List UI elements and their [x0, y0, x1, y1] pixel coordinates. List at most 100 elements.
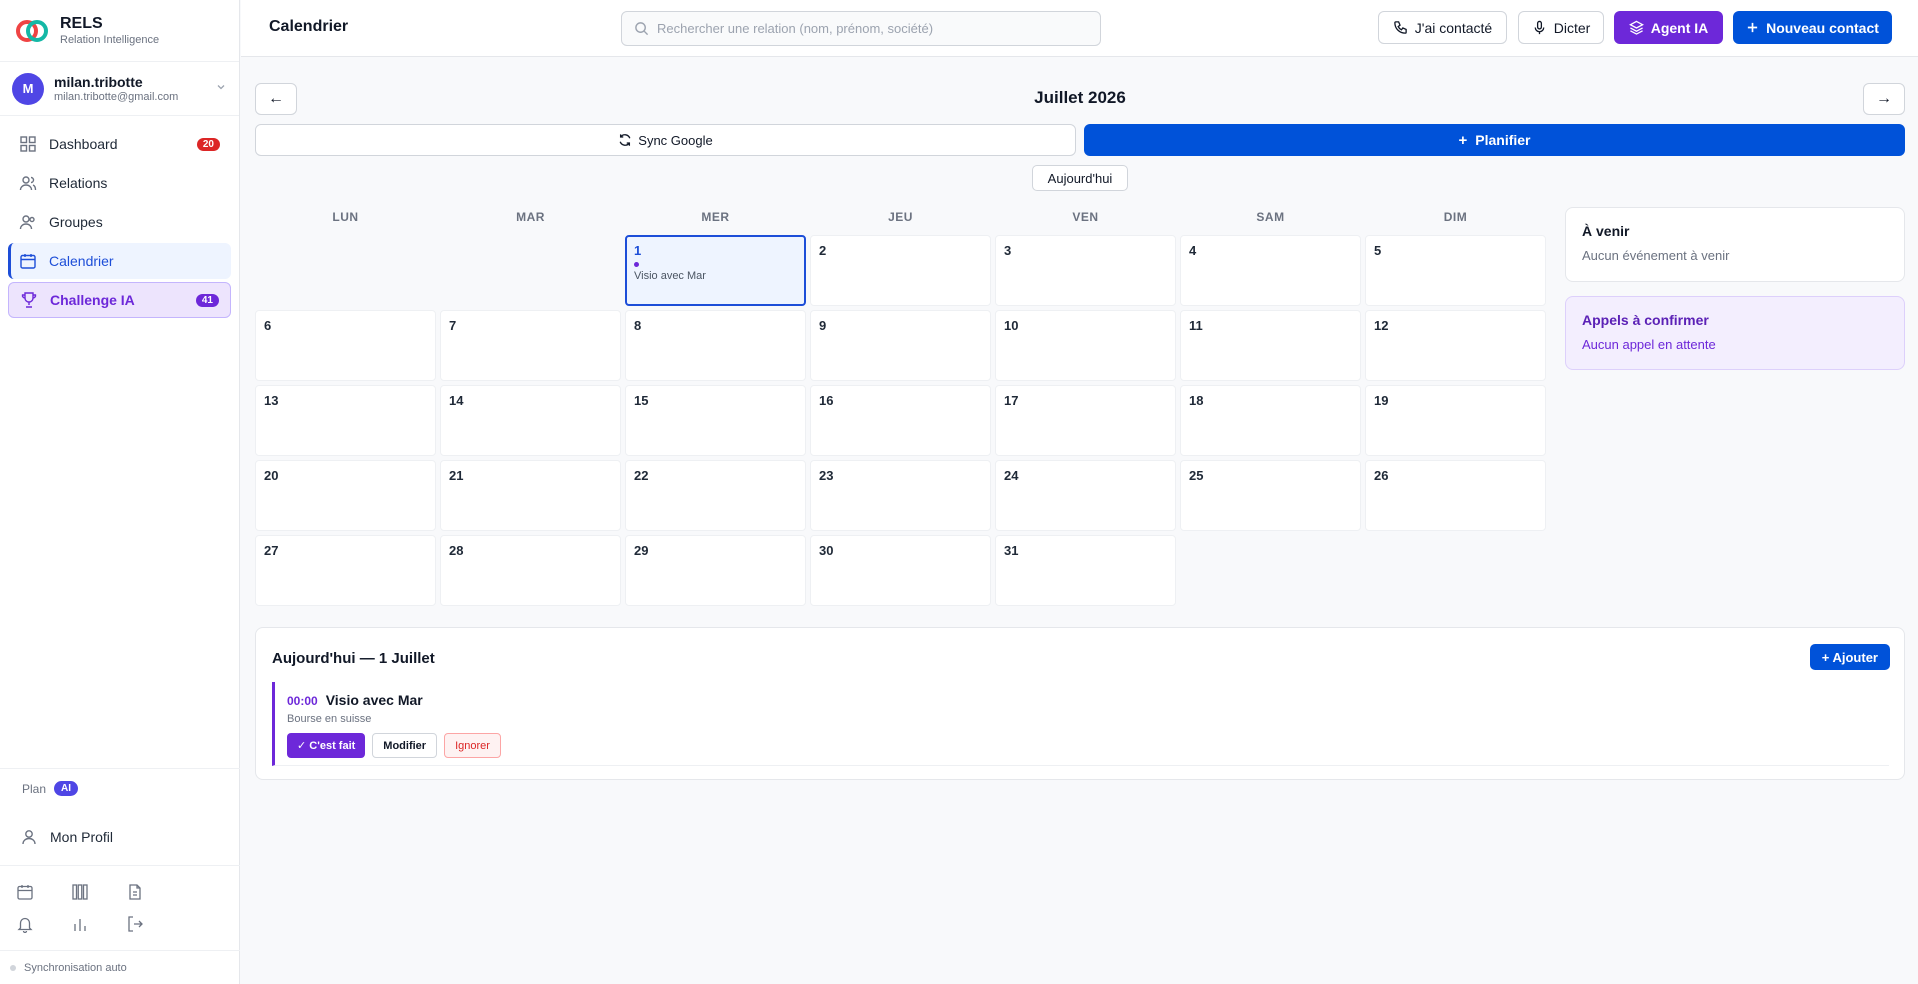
day-number: 27 — [264, 543, 279, 558]
calendar-icon[interactable] — [14, 876, 69, 908]
app-name: RELS — [60, 14, 103, 32]
sidebar-item-calendrier[interactable]: Calendrier — [8, 243, 231, 279]
day-cell[interactable]: 18 — [1180, 385, 1361, 456]
day-cell[interactable]: 19 — [1365, 385, 1546, 456]
day-cell[interactable]: 10 — [995, 310, 1176, 381]
day-cell[interactable]: 31 — [995, 535, 1176, 606]
day-cell[interactable]: 20 — [255, 460, 436, 531]
bar-chart-icon[interactable] — [69, 908, 124, 940]
prev-month-button[interactable]: ← — [255, 83, 297, 115]
day-cell[interactable]: 5 — [1365, 235, 1546, 306]
trophy-icon — [20, 291, 38, 309]
edit-event-button[interactable]: Modifier — [372, 733, 438, 758]
day-number: 24 — [1004, 468, 1019, 483]
bell-icon[interactable] — [14, 908, 69, 940]
day-cell[interactable]: 17 — [995, 385, 1176, 456]
add-event-button[interactable]: + Ajouter — [1809, 644, 1890, 670]
logout-icon[interactable] — [124, 908, 179, 940]
sidebar-item-profile[interactable]: Mon Profil — [0, 822, 240, 852]
search-box[interactable] — [621, 11, 1101, 46]
agent-ia-button[interactable]: Agent IA — [1614, 11, 1723, 44]
chevron-down-icon[interactable] — [215, 80, 227, 98]
day-number: 30 — [819, 543, 834, 558]
day-cell[interactable]: 14 — [440, 385, 621, 456]
sidebar: RELS Relation Intelligence M milan.tribo… — [0, 0, 240, 984]
schedule-label: Planifier — [1475, 132, 1531, 148]
day-cell[interactable]: 28 — [440, 535, 621, 606]
columns-icon[interactable] — [69, 876, 124, 908]
day-cell[interactable]: 13 — [255, 385, 436, 456]
today-button[interactable]: Aujourd'hui — [1032, 165, 1128, 191]
day-cell[interactable]: 29 — [625, 535, 806, 606]
sidebar-item-label: Groupes — [49, 214, 103, 230]
event-title: Visio avec Mar — [325, 692, 423, 708]
agent-ia-label: Agent IA — [1650, 19, 1709, 36]
event-title[interactable]: Visio avec Mar — [634, 270, 797, 282]
dictate-label: Dicter — [1553, 19, 1591, 36]
sidebar-item-label: Challenge IA — [50, 292, 135, 308]
contacted-label: J'ai contacté — [1414, 19, 1493, 36]
day-cell[interactable]: 25 — [1180, 460, 1361, 531]
event-card[interactable]: 00:00 Visio avec Mar Bourse en suisse ✓ … — [272, 682, 1889, 766]
day-cell[interactable]: 7 — [440, 310, 621, 381]
day-cell[interactable]: 12 — [1365, 310, 1546, 381]
sync-google-button[interactable]: Sync Google — [255, 124, 1076, 156]
day-cell[interactable]: 2 — [810, 235, 991, 306]
weekday-label: LUN — [332, 210, 359, 224]
sidebar-item-challenge-ia[interactable]: Challenge IA 41 — [8, 282, 231, 318]
day-cell[interactable]: 8 — [625, 310, 806, 381]
day-cell[interactable]: 23 — [810, 460, 991, 531]
day-cell[interactable]: 6 — [255, 310, 436, 381]
sidebar-item-groupes[interactable]: Groupes — [8, 204, 231, 240]
ignore-event-button[interactable]: Ignorer — [444, 733, 501, 758]
calls-title: Appels à confirmer — [1582, 312, 1709, 328]
contacted-button[interactable]: J'ai contacté — [1378, 11, 1507, 44]
day-cell[interactable]: 3 — [995, 235, 1176, 306]
weekday-header: LUN MAR MER JEU VEN SAM DIM — [255, 210, 1545, 226]
day-number: 26 — [1374, 468, 1389, 483]
day-cell[interactable]: 9 — [810, 310, 991, 381]
day-number: 6 — [264, 318, 272, 333]
day-cell[interactable]: 15 — [625, 385, 806, 456]
sidebar-item-dashboard[interactable]: Dashboard 20 — [8, 126, 231, 162]
dictate-button[interactable]: Dicter — [1518, 11, 1604, 44]
day-number: 11 — [1189, 318, 1203, 333]
users-icon — [19, 174, 37, 192]
weekday-label: VEN — [1072, 210, 1099, 224]
day-number: 18 — [1189, 393, 1204, 408]
day-cell[interactable]: 11 — [1180, 310, 1361, 381]
day-cell[interactable]: 16 — [810, 385, 991, 456]
new-contact-button[interactable]: Nouveau contact — [1733, 11, 1892, 44]
refresh-icon — [618, 133, 632, 147]
calendar-grid: 1 Visio avec Mar 2 3 4 5 6 7 8 9 10 11 1… — [255, 235, 1546, 606]
day-cell[interactable]: 21 — [440, 460, 621, 531]
user-icon — [20, 828, 38, 846]
mark-done-button[interactable]: ✓ C'est fait — [287, 733, 366, 758]
day-cell[interactable]: 4 — [1180, 235, 1361, 306]
sidebar-item-label: Dashboard — [49, 136, 118, 152]
status-dot — [10, 964, 16, 971]
month-title: Juillet 2026 — [1034, 88, 1126, 107]
day-cell[interactable]: 30 — [810, 535, 991, 606]
search-input[interactable] — [657, 21, 1077, 36]
day-cell-today[interactable]: 1 Visio avec Mar — [625, 235, 806, 306]
day-cell[interactable]: 27 — [255, 535, 436, 606]
avatar: M — [12, 72, 44, 105]
day-cell[interactable]: 24 — [995, 460, 1176, 531]
sync-google-label: Sync Google — [638, 132, 713, 148]
schedule-button[interactable]: + Planifier — [1084, 124, 1905, 156]
calendar-icon — [19, 252, 37, 270]
next-month-button[interactable]: → — [1863, 83, 1905, 115]
sidebar-item-relations[interactable]: Relations — [8, 165, 231, 201]
weekday-label: MER — [701, 210, 730, 224]
brand[interactable]: RELS Relation Intelligence — [0, 0, 239, 62]
plus-icon: + — [1458, 131, 1468, 149]
user-menu[interactable]: M milan.tribotte milan.tribotte@gmail.co… — [0, 62, 239, 116]
weekday-label: JEU — [888, 210, 913, 224]
day-number: 25 — [1189, 468, 1204, 483]
document-icon[interactable] — [124, 876, 179, 908]
group-icon — [19, 213, 37, 231]
today-section-title: Aujourd'hui — 1 Juillet — [272, 650, 435, 667]
day-cell[interactable]: 22 — [625, 460, 806, 531]
day-cell[interactable]: 26 — [1365, 460, 1546, 531]
